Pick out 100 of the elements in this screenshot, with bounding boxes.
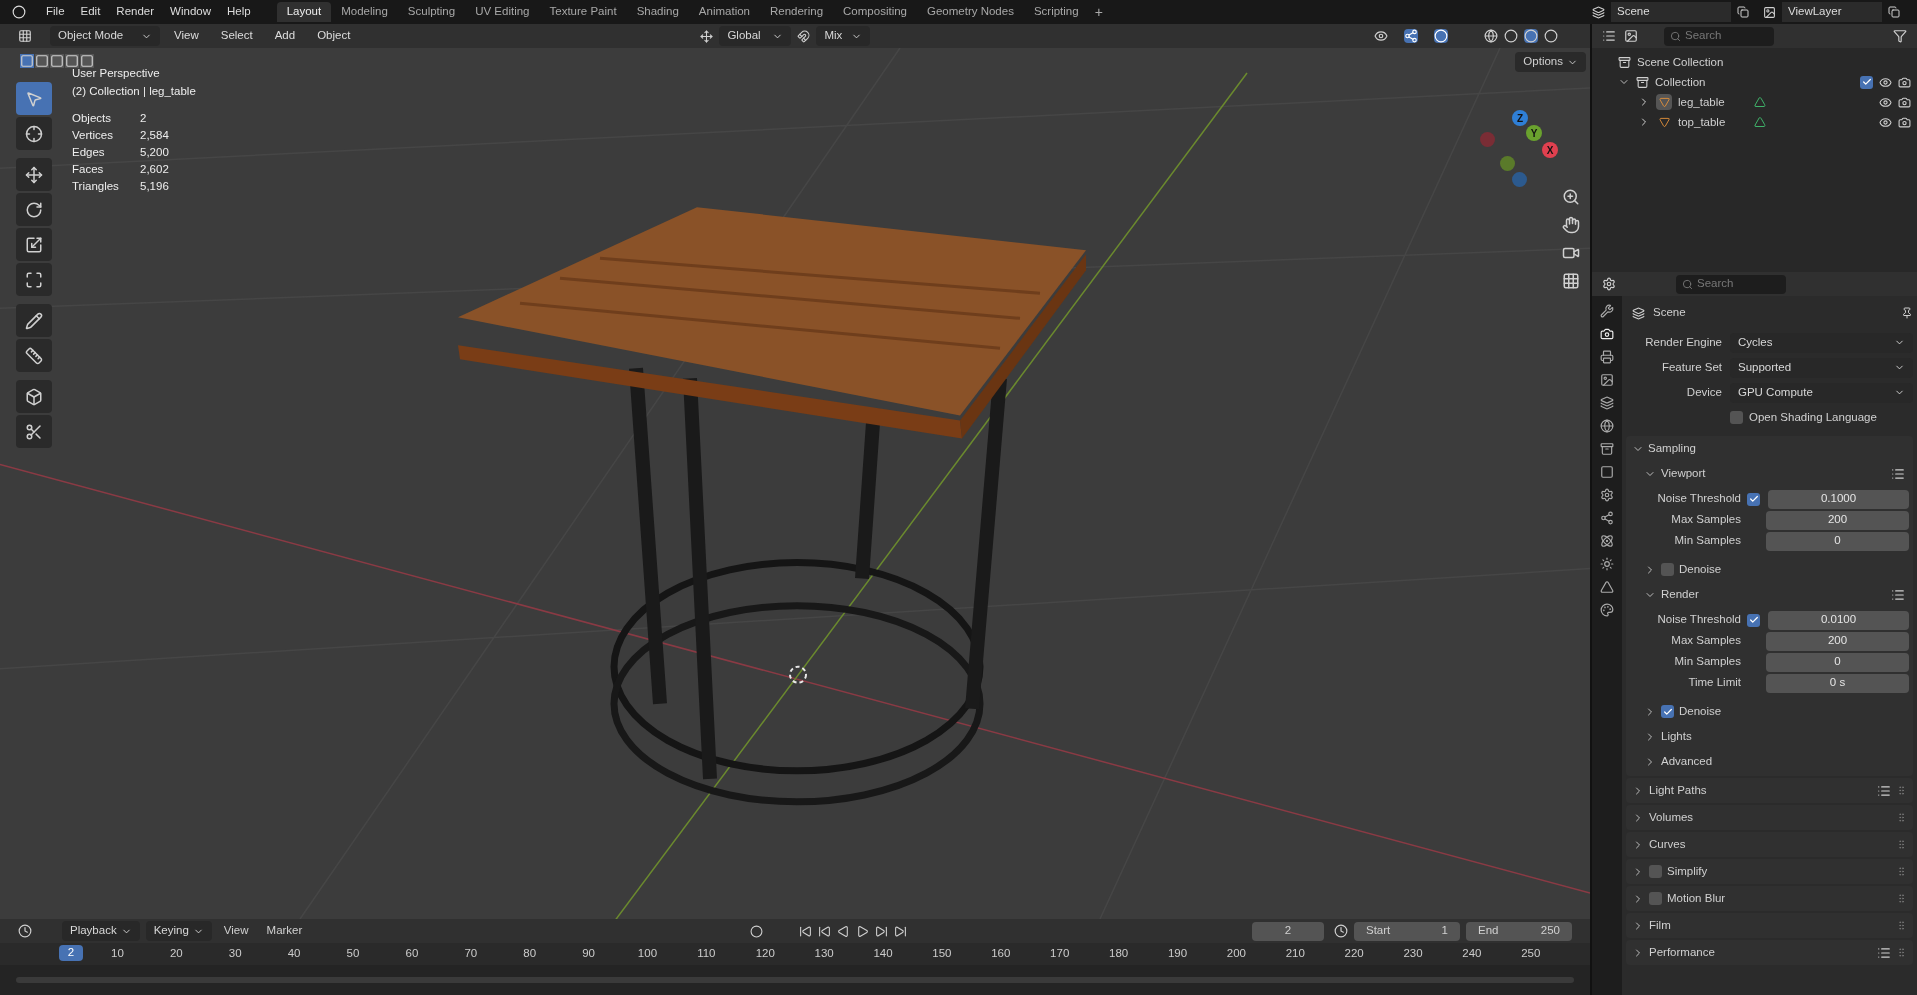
number-field[interactable]: 0.0100 — [1768, 610, 1909, 630]
value-dropdown[interactable]: GPU Compute — [1730, 382, 1913, 403]
material-icon[interactable] — [1600, 603, 1614, 617]
annotate-icon[interactable] — [16, 304, 52, 337]
workspace-tab[interactable]: Scripting — [1023, 2, 1089, 22]
filter-icon[interactable] — [1893, 29, 1907, 43]
scale-icon[interactable] — [16, 228, 52, 261]
checkbox[interactable] — [1649, 865, 1662, 878]
end-frame-field[interactable]: End 250 — [1466, 921, 1572, 941]
menu-dropdown[interactable]: Playback — [62, 921, 140, 941]
subpanel-title[interactable]: Lights — [1661, 727, 1905, 746]
zoom-icon[interactable] — [1562, 188, 1580, 206]
presets-icon[interactable] — [1891, 587, 1905, 602]
current-frame-field[interactable]: 2 — [1252, 921, 1324, 941]
snap-icon[interactable] — [797, 29, 811, 43]
search-field[interactable]: Search — [1664, 26, 1774, 46]
view-layer-field[interactable]: ViewLayer — [1782, 2, 1882, 22]
cursor-icon[interactable] — [16, 117, 52, 150]
selection-mode-icon[interactable] — [50, 54, 64, 68]
checkbox[interactable] — [1860, 75, 1873, 89]
menu-item[interactable]: File — [38, 3, 73, 21]
workspace-tab[interactable]: Sculpting — [397, 2, 466, 22]
options-button[interactable]: Options — [1515, 52, 1586, 72]
selection-mode-icon[interactable] — [20, 54, 34, 68]
workspace-tab[interactable]: Animation — [688, 2, 760, 22]
visibility-icon[interactable] — [1374, 29, 1388, 43]
subpanel-title[interactable]: Viewport — [1661, 464, 1886, 483]
checkbox[interactable] — [1661, 563, 1674, 576]
start-frame-field[interactable]: Start 1 — [1354, 921, 1460, 941]
menu-item[interactable]: Edit — [72, 3, 109, 21]
filter-view-icon[interactable] — [1624, 29, 1638, 43]
world-icon[interactable] — [1600, 419, 1614, 433]
previous-key-icon[interactable] — [818, 924, 832, 938]
drag-handle-icon[interactable] — [1896, 947, 1907, 958]
presets-icon[interactable] — [1877, 783, 1891, 798]
drag-handle-icon[interactable] — [1896, 812, 1907, 823]
number-field[interactable]: 0.1000 — [1768, 489, 1909, 509]
grid-icon[interactable] — [1562, 272, 1580, 290]
cut-icon[interactable] — [16, 415, 52, 448]
mesh-data-icon[interactable] — [1600, 580, 1614, 594]
menu-dropdown[interactable]: Keying — [145, 921, 212, 941]
menu-item[interactable]: Object — [309, 27, 359, 45]
presets-icon[interactable] — [1877, 945, 1891, 960]
auto-key-icon[interactable] — [750, 924, 764, 938]
add-workspace-button[interactable]: + — [1088, 1, 1109, 23]
number-field[interactable]: 0 s — [1766, 673, 1909, 693]
camera-icon[interactable] — [1898, 115, 1911, 129]
view-layer-icon[interactable] — [1600, 373, 1614, 387]
value-dropdown[interactable]: Cycles — [1730, 332, 1913, 353]
transform-icon[interactable] — [16, 263, 52, 296]
orientation-dropdown[interactable]: Global — [719, 26, 792, 46]
checkbox[interactable] — [1730, 411, 1743, 424]
hand-icon[interactable] — [1562, 216, 1580, 234]
checkbox[interactable] — [1747, 613, 1760, 627]
workspace-tab[interactable]: Geometry Nodes — [917, 2, 1024, 22]
mode-dropdown[interactable]: Object Mode — [50, 26, 160, 46]
subpanel-title[interactable]: Denoise — [1679, 702, 1905, 721]
new-view-layer-icon[interactable] — [1888, 6, 1900, 18]
add-cube-icon[interactable] — [16, 380, 52, 413]
tree-item[interactable]: top_table — [1678, 112, 1748, 132]
subpanel-title[interactable]: Denoise — [1679, 560, 1905, 579]
menu-item[interactable]: Window — [162, 3, 219, 21]
jump-end-icon[interactable] — [894, 924, 908, 938]
subpanel-title[interactable]: Advanced — [1661, 752, 1905, 771]
search-field[interactable]: Search — [1676, 274, 1786, 294]
material-shading-icon[interactable] — [1524, 29, 1538, 43]
workspace-tab[interactable]: Texture Paint — [539, 2, 627, 22]
number-field[interactable]: 200 — [1766, 510, 1909, 530]
workspace-tab[interactable]: Rendering — [760, 2, 834, 22]
app-logo-icon[interactable] — [12, 5, 26, 19]
eye-icon[interactable] — [1879, 115, 1892, 129]
drag-handle-icon[interactable] — [1896, 866, 1907, 877]
menu-item[interactable]: Add — [266, 27, 304, 45]
camera-icon[interactable] — [1898, 95, 1911, 109]
checkbox[interactable] — [1747, 492, 1760, 506]
checkbox[interactable] — [1661, 705, 1674, 718]
move-icon[interactable] — [16, 158, 52, 191]
tree-item[interactable]: Collection — [1655, 72, 1854, 92]
presets-icon[interactable] — [1891, 466, 1905, 481]
scene-field[interactable]: Scene — [1611, 2, 1731, 22]
menu-item[interactable]: View — [217, 922, 255, 940]
stopwatch-icon[interactable] — [1334, 924, 1348, 938]
camera-icon[interactable] — [1898, 75, 1911, 89]
tool-icon[interactable] — [1600, 304, 1614, 318]
workspace-tab[interactable]: Layout — [276, 2, 332, 22]
checkbox[interactable] — [1649, 892, 1662, 905]
workspace-tab[interactable]: UV Editing — [465, 2, 540, 22]
panel-title[interactable]: Sampling — [1648, 439, 1696, 458]
solid-shading-icon[interactable] — [1504, 29, 1518, 43]
value-dropdown[interactable]: Supported — [1730, 357, 1913, 378]
output-icon[interactable] — [1600, 350, 1614, 364]
menu-item[interactable]: View — [166, 27, 207, 45]
play-icon[interactable] — [856, 924, 870, 938]
jump-start-icon[interactable] — [799, 924, 813, 938]
subpanel-title[interactable]: Render — [1661, 585, 1886, 604]
eye-icon[interactable] — [1879, 95, 1892, 109]
menu-item[interactable]: Help — [219, 3, 259, 21]
eye-icon[interactable] — [1879, 75, 1892, 89]
workspace-tab[interactable]: Shading — [626, 2, 689, 22]
play-reverse-icon[interactable] — [837, 924, 851, 938]
